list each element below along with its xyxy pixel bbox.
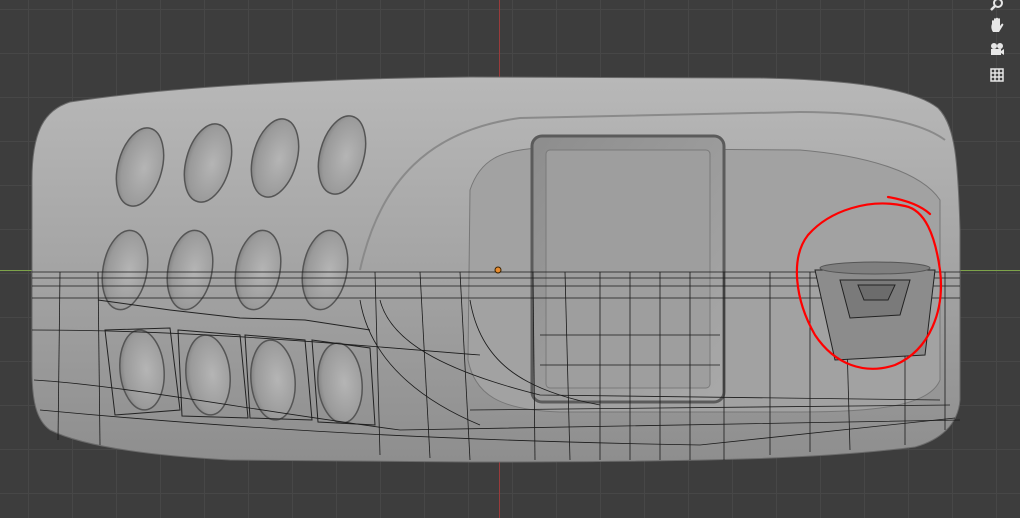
navigation-gizmo: [986, 0, 1010, 90]
mesh-scene[interactable]: [0, 0, 1020, 518]
object-origin: [494, 266, 502, 274]
screen-inner: [545, 149, 711, 389]
viewport-3d[interactable]: [0, 0, 1020, 518]
camera-icon[interactable]: [986, 38, 1008, 60]
grid-perspective-icon[interactable]: [986, 64, 1008, 86]
hand-pan-icon[interactable]: [986, 14, 1008, 36]
speaker-cutout: [814, 261, 936, 361]
